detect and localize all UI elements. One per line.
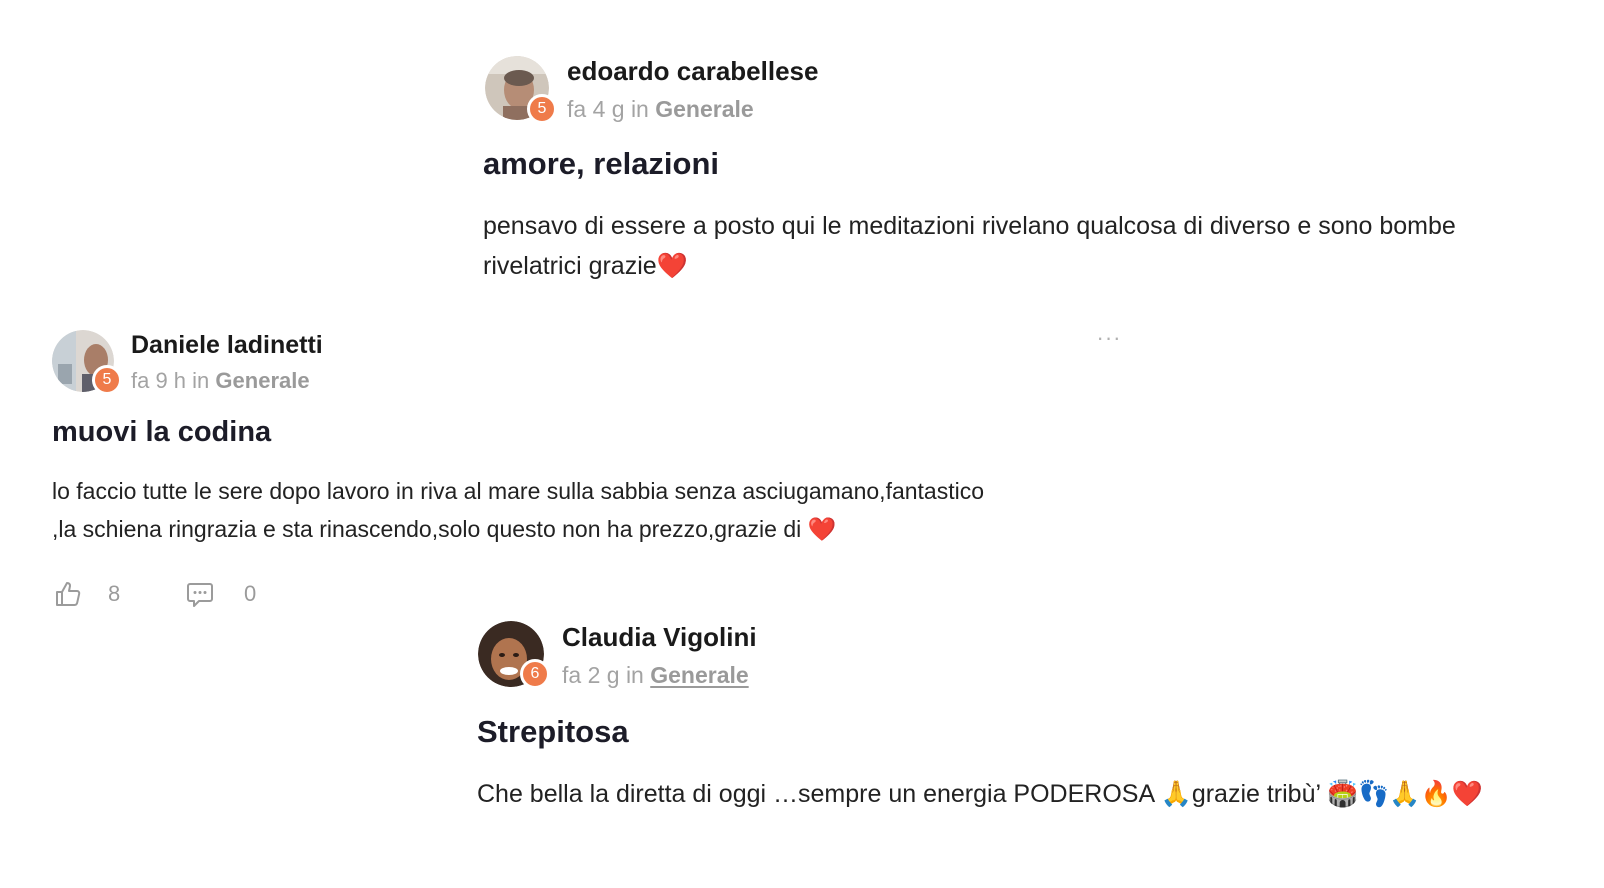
- post-body: Che bella la diretta di oggi …sempre un …: [477, 780, 1483, 808]
- post-title[interactable]: Strepitosa: [477, 714, 629, 750]
- post-time: fa 2 g: [562, 662, 620, 688]
- avatar[interactable]: 6: [478, 621, 550, 689]
- category-link[interactable]: Generale: [650, 662, 748, 688]
- post-meta: fa 2 g in Generale: [562, 662, 749, 689]
- in-label: in: [625, 662, 644, 688]
- author-name[interactable]: Claudia Vigolini: [562, 622, 757, 653]
- level-badge: 6: [520, 659, 550, 689]
- post-card: 6 Claudia Vigolini fa 2 g in Generale St…: [0, 0, 1604, 888]
